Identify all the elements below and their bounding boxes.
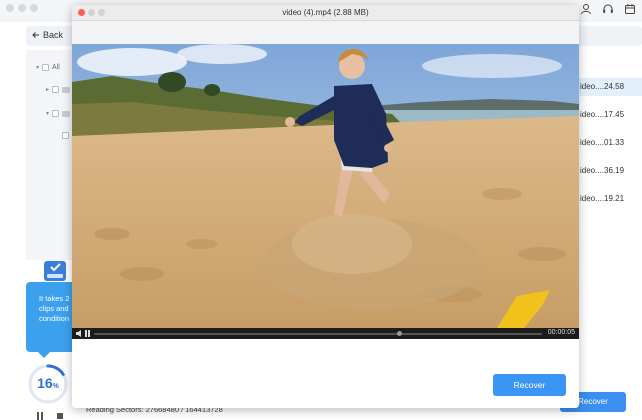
video-time: 00:00:05 — [547, 329, 575, 336]
video-player-controls: 00:00:05 — [72, 328, 579, 339]
tree-checkbox[interactable] — [42, 64, 50, 71]
file-name: ideo....19.21 — [580, 194, 625, 203]
tree-item-label: All — [52, 64, 60, 71]
tree-item[interactable]: ▾ — [46, 110, 71, 117]
file-list-item[interactable]: ideo....01.33 — [578, 134, 642, 152]
back-arrow-icon — [32, 32, 39, 38]
video-seek-bar[interactable] — [94, 333, 542, 335]
file-name: ideo....01.33 — [580, 138, 625, 147]
user-icon[interactable] — [580, 3, 592, 15]
folder-icon — [62, 110, 71, 117]
preview-titlebar: video (4).mp4 (2.88 MB) — [72, 5, 579, 21]
stop-scan-button[interactable] — [57, 413, 63, 419]
chevron-right-icon[interactable]: ▸ — [46, 86, 49, 93]
file-list-item[interactable]: ideo....17.45 — [578, 106, 642, 124]
tip-line: clips and — [39, 304, 69, 313]
pause-scan-button[interactable] — [37, 412, 43, 420]
preview-recover-button[interactable]: Recover — [493, 374, 566, 396]
chevron-down-icon[interactable]: ▾ — [46, 110, 49, 117]
folder-icon — [62, 86, 71, 93]
volume-icon[interactable] — [76, 330, 82, 337]
preview-footer: Recover — [72, 339, 579, 408]
file-list-item[interactable]: ideo....36.19 — [578, 162, 642, 180]
headset-icon[interactable] — [602, 3, 614, 15]
back-button[interactable]: Back — [32, 30, 63, 40]
scan-progress-number: 16 — [37, 375, 53, 391]
tip-card: It takes 2 clips and condition — [26, 282, 76, 352]
window-zoom-dot[interactable] — [30, 4, 38, 12]
pause-icon[interactable] — [85, 330, 90, 337]
file-list-item[interactable]: ideo....24.58 — [578, 78, 642, 96]
tree-checkbox[interactable] — [52, 110, 60, 117]
video-frame[interactable] — [72, 44, 579, 328]
tree-checkbox[interactable] — [62, 132, 69, 139]
tree-item-all[interactable]: ▾ All — [36, 64, 60, 71]
video-preview-dialog: video (4).mp4 (2.88 MB) 00:00:05 Recover — [72, 5, 579, 408]
scan-progress-value: 16% — [26, 375, 70, 391]
scan-progress-unit: % — [52, 383, 59, 390]
drive-icon — [44, 261, 66, 281]
file-name: ideo....24.58 — [580, 82, 625, 91]
tip-card-pointer — [38, 352, 50, 358]
tip-line: It takes 2 — [39, 294, 70, 303]
file-name: ideo....36.19 — [580, 166, 625, 175]
chevron-down-icon[interactable]: ▾ — [36, 64, 39, 71]
window-minimize-dot[interactable] — [18, 4, 26, 12]
app-toolbar-icons — [580, 3, 636, 15]
preview-toolbar — [72, 21, 579, 44]
tree-item[interactable]: ▸ — [46, 86, 71, 93]
tree-item[interactable] — [62, 132, 69, 139]
back-label: Back — [43, 30, 64, 40]
file-list-item[interactable]: ideo....19.21 — [578, 190, 642, 208]
preview-title: video (4).mp4 (2.88 MB) — [282, 8, 369, 17]
video-seek-handle[interactable] — [396, 331, 402, 336]
folder-tree: ▾ All ▸ ▾ — [26, 50, 76, 260]
tip-text: It takes 2 clips and condition — [39, 294, 69, 324]
file-name: ideo....17.45 — [580, 110, 625, 119]
video-frame-image — [72, 44, 579, 328]
tree-checkbox[interactable] — [52, 86, 60, 93]
window-close-dot[interactable] — [6, 4, 14, 12]
tip-line: condition — [39, 314, 70, 323]
calendar-icon[interactable] — [624, 3, 636, 15]
